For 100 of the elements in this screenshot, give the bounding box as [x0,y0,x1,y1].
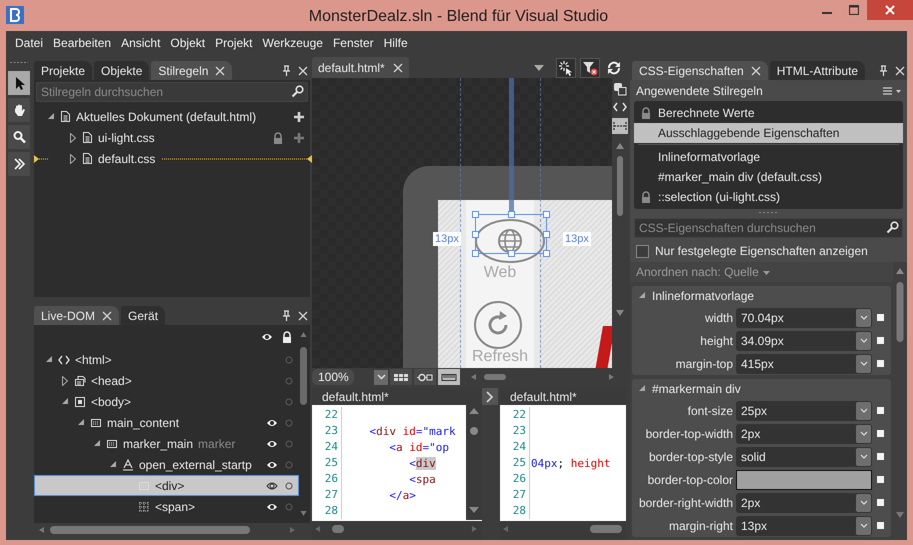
dom-tree-row[interactable]: <span> [34,496,299,517]
dom-tree-row[interactable]: open_external_startp [34,454,299,475]
rule-item[interactable]: ::selection (ui-light.css) [634,187,903,207]
close-icon[interactable] [392,62,403,72]
menu-item[interactable]: Projekt [210,36,258,50]
close-icon[interactable] [298,66,308,76]
rule-item[interactable]: Inlineformatvorlage [634,147,903,167]
horizontal-scrollbar[interactable] [502,524,622,534]
lock-toggle-icon[interactable] [285,502,293,510]
view-mode-button[interactable] [438,369,460,385]
advanced-options-marker[interactable] [877,453,884,460]
pin-icon[interactable] [281,65,292,76]
panel-tab[interactable]: Live-DOM [34,306,120,325]
dom-tree-row[interactable]: <div> [34,475,299,496]
menu-item[interactable]: Ansicht [116,36,166,50]
lock-toggle-icon[interactable] [285,440,293,448]
property-field[interactable]: 2px [736,492,872,512]
lock-toggle-icon[interactable] [285,376,293,384]
design-canvas[interactable]: Web Refresh 13px 13px [312,78,612,368]
rule-item[interactable]: #marker_main div (default.css) [634,167,903,187]
property-field[interactable]: solid [736,446,872,466]
panel-tab[interactable]: CSS-Eigenschaften [632,61,768,80]
panel-tab[interactable]: Gerät [121,306,166,325]
tool-button[interactable] [8,152,30,176]
code-icon[interactable] [613,102,627,112]
pin-icon[interactable] [281,310,292,321]
eye-icon[interactable] [261,332,273,342]
panel-tab[interactable]: Stilregeln [151,61,232,80]
tool-button[interactable] [8,71,30,95]
close-icon[interactable] [895,66,905,76]
selection-tool-button[interactable] [556,58,576,78]
expanded-triangle-icon[interactable] [45,354,53,364]
menu-item[interactable]: Werkzeuge [257,36,328,50]
lock-toggle-icon[interactable] [285,356,293,364]
splitter-grip-icon[interactable] [758,211,778,214]
stylesheet-item[interactable]: ui-light.css [98,130,155,144]
grip-icon[interactable] [9,61,29,64]
search-field[interactable]: Stilregeln durchsuchen [36,82,308,102]
eye-icon[interactable] [266,438,278,448]
measure-button[interactable] [612,118,628,134]
eye-icon[interactable] [266,460,278,470]
tool-button[interactable] [8,125,30,149]
close-icon[interactable] [298,311,308,321]
search-field[interactable]: CSS-Eigenschaften durchsuchen [634,218,903,238]
panel-tab[interactable]: Projekte [34,61,92,80]
close-icon[interactable] [215,66,226,76]
property-field[interactable]: 70.04px [736,308,872,328]
eye-icon[interactable] [266,418,278,428]
tool-button[interactable] [8,98,30,122]
property-field[interactable]: 25px [736,400,872,420]
lock-toggle-icon[interactable] [285,482,293,490]
dropdown-button[interactable] [856,516,871,534]
dropdown-button[interactable] [856,332,871,350]
close-icon[interactable] [102,310,112,320]
dom-tree-row[interactable]: marker_main marker [34,433,299,454]
view-mode-button[interactable] [414,369,436,385]
dom-tree-row[interactable]: main_content [34,412,299,433]
view-mode-button[interactable] [390,369,412,385]
menu-icon[interactable] [883,86,901,94]
stylesheet-item[interactable]: default.css [98,152,156,166]
lock-toggle-icon[interactable] [285,418,293,426]
dom-tree-row[interactable]: <head> [34,370,299,391]
dropdown-button[interactable] [856,354,871,372]
color-swatch[interactable] [736,470,872,490]
collapsed-triangle-icon[interactable] [61,376,69,386]
checkbox-label[interactable]: Nur festgelegte Eigenschaften anzeigen [655,244,868,258]
globe-icon[interactable] [474,218,546,264]
advanced-options-marker[interactable] [877,337,884,344]
advanced-options-marker[interactable] [877,476,884,483]
property-field[interactable]: 13px [736,516,872,536]
rule-item[interactable]: Berechnete Werte [634,103,903,123]
panel-tab[interactable]: Objekte [94,61,150,80]
expanded-triangle-icon[interactable] [47,112,55,122]
property-field[interactable]: 2px [736,424,872,444]
menu-item[interactable]: Datei [10,36,48,50]
eye-icon[interactable] [266,480,278,490]
lock-toggle-icon[interactable] [285,398,293,406]
rule-item[interactable]: Ausschlaggebende Eigenschaften [634,123,903,143]
code-editor[interactable]: 22 23 24 25 04px; height 26 27 28 [500,405,626,521]
lock-icon[interactable] [281,331,293,343]
advanced-options-marker[interactable] [877,499,884,506]
dropdown-caret-icon[interactable] [534,64,544,70]
menu-item[interactable]: Hilfe [378,36,413,50]
collapsed-triangle-icon[interactable] [69,154,77,164]
close-button[interactable] [867,0,913,20]
dom-tree-row[interactable]: <html> [34,349,299,370]
dropdown-button[interactable] [856,494,871,512]
expanded-triangle-icon[interactable] [77,418,85,428]
eye-icon[interactable] [266,502,278,512]
checkbox[interactable] [636,244,649,258]
menu-item[interactable]: Bearbeiten [48,36,116,50]
selection-box[interactable] [475,214,547,254]
lock-toggle-icon[interactable] [285,460,293,468]
advanced-options-marker[interactable] [877,314,884,321]
expanded-triangle-icon[interactable] [61,396,69,406]
advanced-options-marker[interactable] [877,407,884,414]
property-field[interactable]: 34.09px [736,330,872,350]
filter-button[interactable] [580,58,600,78]
collapsed-triangle-icon[interactable] [69,132,77,142]
menu-item[interactable]: Fenster [328,36,379,50]
